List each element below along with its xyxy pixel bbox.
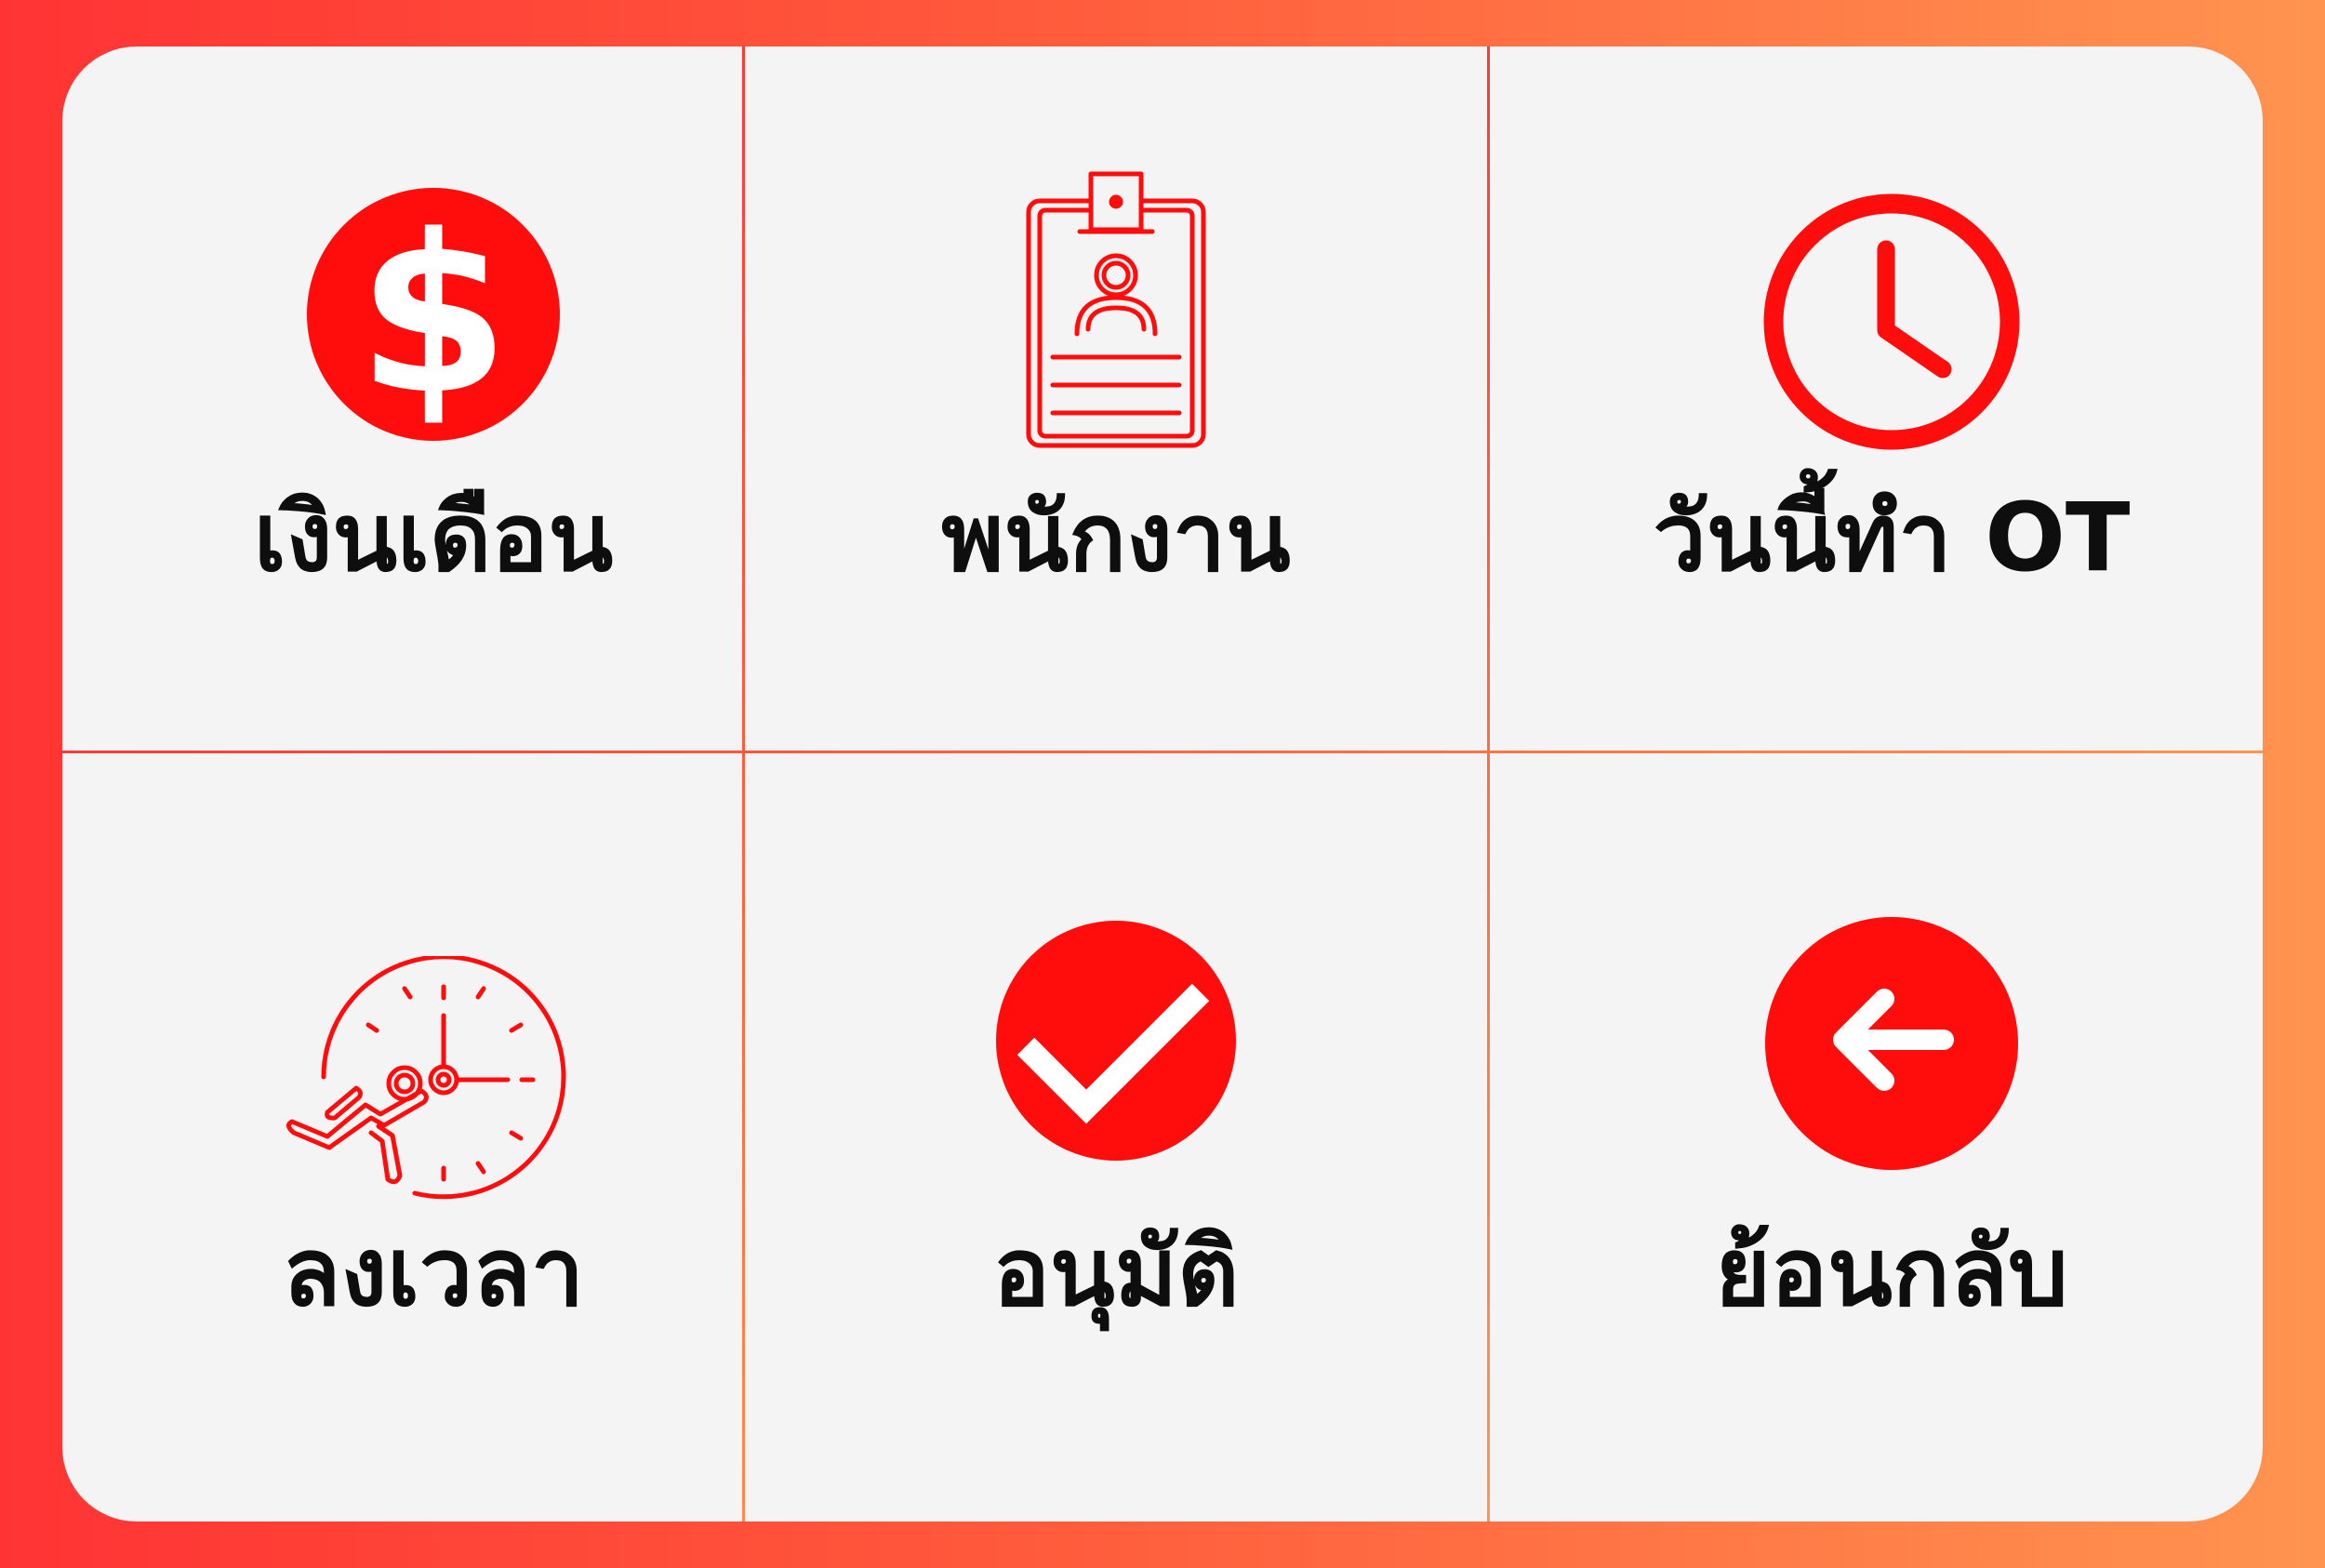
back-arrow-circle-icon [1765,917,2018,1170]
menu-item-label: เงินเดือน [253,483,614,593]
running-clock-icon [286,956,566,1200]
clock-icon [1763,193,2020,450]
check-circle-icon [996,921,1236,1161]
menu-item-label: อนุมัติ [992,1217,1240,1328]
menu-item-clock-in[interactable]: ลงเวลา [62,753,804,1455]
menu-item-label: พนักงาน [941,483,1291,593]
menu-item-today-ot[interactable]: วันนี้ทำ OT [1521,47,2263,749]
grid-divider-vertical-2 [1487,47,1490,1521]
menu-item-employees[interactable]: พนักงาน [745,47,1487,749]
menu-item-label: ย้อนกลับ [1715,1217,2068,1328]
menu-item-back[interactable]: ย้อนกลับ [1521,753,2263,1455]
svg-text:$: $ [357,189,510,441]
dollar-circle-icon: $ [307,188,560,441]
menu-item-approve[interactable]: อนุมัติ [745,753,1487,1455]
menu-item-label: วันนี้ทำ OT [1653,483,2131,593]
menu-panel: $ เงินเดือน พนักงาน วันนี้ทำ OT ลงเวลา อ… [62,47,2263,1521]
menu-item-salary[interactable]: $ เงินเดือน [62,47,804,749]
menu-item-label: ลงเวลา [282,1217,585,1328]
employee-badge-icon [1026,171,1206,448]
